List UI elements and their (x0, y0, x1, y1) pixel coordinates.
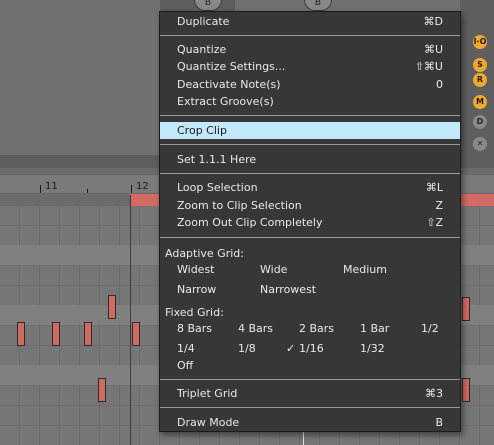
grid-option-1-16[interactable]: 1/16 (299, 341, 324, 356)
menu-item-duplicate[interactable]: Duplicate ⌘D (160, 13, 460, 30)
ruler-tick (87, 189, 88, 193)
ruler-tick (131, 185, 132, 193)
menu-item-set-here[interactable]: Set 1.1.1 Here (160, 151, 460, 168)
grid-option-widest[interactable]: Widest (177, 262, 215, 277)
menu-item-label: Zoom Out Clip Completely (177, 216, 323, 229)
menu-item-label: Triplet Grid (177, 387, 238, 400)
menu-item-shortcut: ⇧Z (426, 216, 443, 229)
menu-separator (160, 144, 460, 145)
menu-item-shortcut: ⌘U (423, 43, 443, 56)
menu-separator (160, 379, 460, 380)
playhead (303, 430, 304, 445)
mute-button[interactable]: M (473, 95, 487, 109)
menu-item-deactivate-notes[interactable]: Deactivate Note(s) 0 (160, 76, 460, 93)
menu-item-zoom-clip-selection[interactable]: Zoom to Clip Selection Z (160, 197, 460, 214)
menu-item-label: Deactivate Note(s) (177, 78, 281, 91)
menu-item-shortcut: Z (435, 199, 443, 212)
menu-item-triplet-grid[interactable]: Triplet Grid ⌘3 (160, 385, 460, 402)
menu-separator (160, 115, 460, 116)
grid-option-1-4[interactable]: 1/4 (177, 341, 195, 356)
grid-option-1-2[interactable]: 1/2 (421, 321, 439, 336)
grid-option-medium[interactable]: Medium (343, 262, 387, 277)
grid-option-2-bars[interactable]: 2 Bars (299, 321, 334, 336)
menu-item-loop-selection[interactable]: Loop Selection ⌘L (160, 179, 460, 196)
midi-note[interactable] (132, 322, 140, 346)
menu-separator (160, 237, 460, 238)
grid-option-8-bars[interactable]: 8 Bars (177, 321, 212, 336)
device-panel-left (0, 0, 160, 155)
menu-item-extract-grooves[interactable]: Extract Groove(s) (160, 93, 460, 110)
knob-label: B (314, 0, 322, 8)
grid-option-wide[interactable]: Wide (260, 262, 287, 277)
grid-option-1-8[interactable]: 1/8 (238, 341, 256, 356)
menu-item-quantize-settings[interactable]: Quantize Settings... ⇧⌘U (160, 58, 460, 75)
menu-separator (160, 35, 460, 36)
menu-item-label: Draw Mode (177, 416, 240, 429)
ruler-tick (40, 185, 41, 193)
record-button[interactable]: R (473, 73, 487, 87)
menu-item-label: Duplicate (177, 15, 230, 28)
grid-option-off[interactable]: Off (177, 358, 193, 373)
context-menu: Duplicate ⌘D Quantize ⌘U Quantize Settin… (159, 11, 461, 432)
midi-note[interactable] (462, 378, 470, 402)
menu-item-label: Quantize Settings... (177, 60, 286, 73)
menu-item-shortcut: ⌘3 (425, 387, 443, 400)
grid-option-1-bar[interactable]: 1 Bar (360, 321, 389, 336)
grid-option-1-32[interactable]: 1/32 (360, 341, 385, 356)
midi-note[interactable] (462, 297, 470, 321)
menu-item-shortcut: 0 (436, 78, 443, 91)
menu-separator (160, 407, 460, 408)
midi-note[interactable] (98, 378, 106, 402)
menu-item-draw-mode[interactable]: Draw Mode B (160, 414, 460, 431)
menu-separator (160, 173, 460, 174)
ruler-label-11: 11 (45, 181, 58, 192)
grid-option-narrowest[interactable]: Narrowest (260, 282, 316, 297)
grid-option-4-bars[interactable]: 4 Bars (238, 321, 273, 336)
ruler-label-12: 12 (136, 181, 149, 192)
solo-button[interactable]: S (473, 58, 487, 72)
midi-note[interactable] (52, 322, 60, 346)
menu-item-label: Crop Clip (177, 124, 227, 137)
close-icon[interactable]: ✕ (473, 137, 487, 151)
menu-item-label: Extract Groove(s) (177, 95, 274, 108)
bar-line (130, 195, 131, 445)
menu-item-shortcut: ⌘L (425, 181, 443, 194)
menu-item-label: Quantize (177, 43, 227, 56)
grid-option-narrow[interactable]: Narrow (177, 282, 216, 297)
menu-item-label: Loop Selection (177, 181, 258, 194)
menu-item-crop-clip[interactable]: Crop Clip (160, 122, 460, 139)
knob-label: B (204, 0, 212, 8)
menu-item-shortcut: ⌘D (423, 15, 443, 28)
checkmark-icon: ✓ (286, 342, 296, 355)
menu-item-shortcut: B (435, 416, 443, 429)
midi-note[interactable] (17, 322, 25, 346)
fixed-grid-header: Fixed Grid: (165, 306, 224, 319)
menu-item-zoom-out-clip[interactable]: Zoom Out Clip Completely ⇧Z (160, 214, 460, 231)
menu-item-quantize[interactable]: Quantize ⌘U (160, 41, 460, 58)
menu-item-label: Zoom to Clip Selection (177, 199, 302, 212)
io-button[interactable]: I·O (473, 35, 487, 49)
midi-note[interactable] (108, 295, 116, 319)
delete-button[interactable]: D (473, 115, 487, 129)
midi-note[interactable] (84, 322, 92, 346)
menu-item-shortcut: ⇧⌘U (414, 60, 443, 73)
adaptive-grid-header: Adaptive Grid: (165, 247, 244, 260)
menu-item-label: Set 1.1.1 Here (177, 153, 257, 166)
